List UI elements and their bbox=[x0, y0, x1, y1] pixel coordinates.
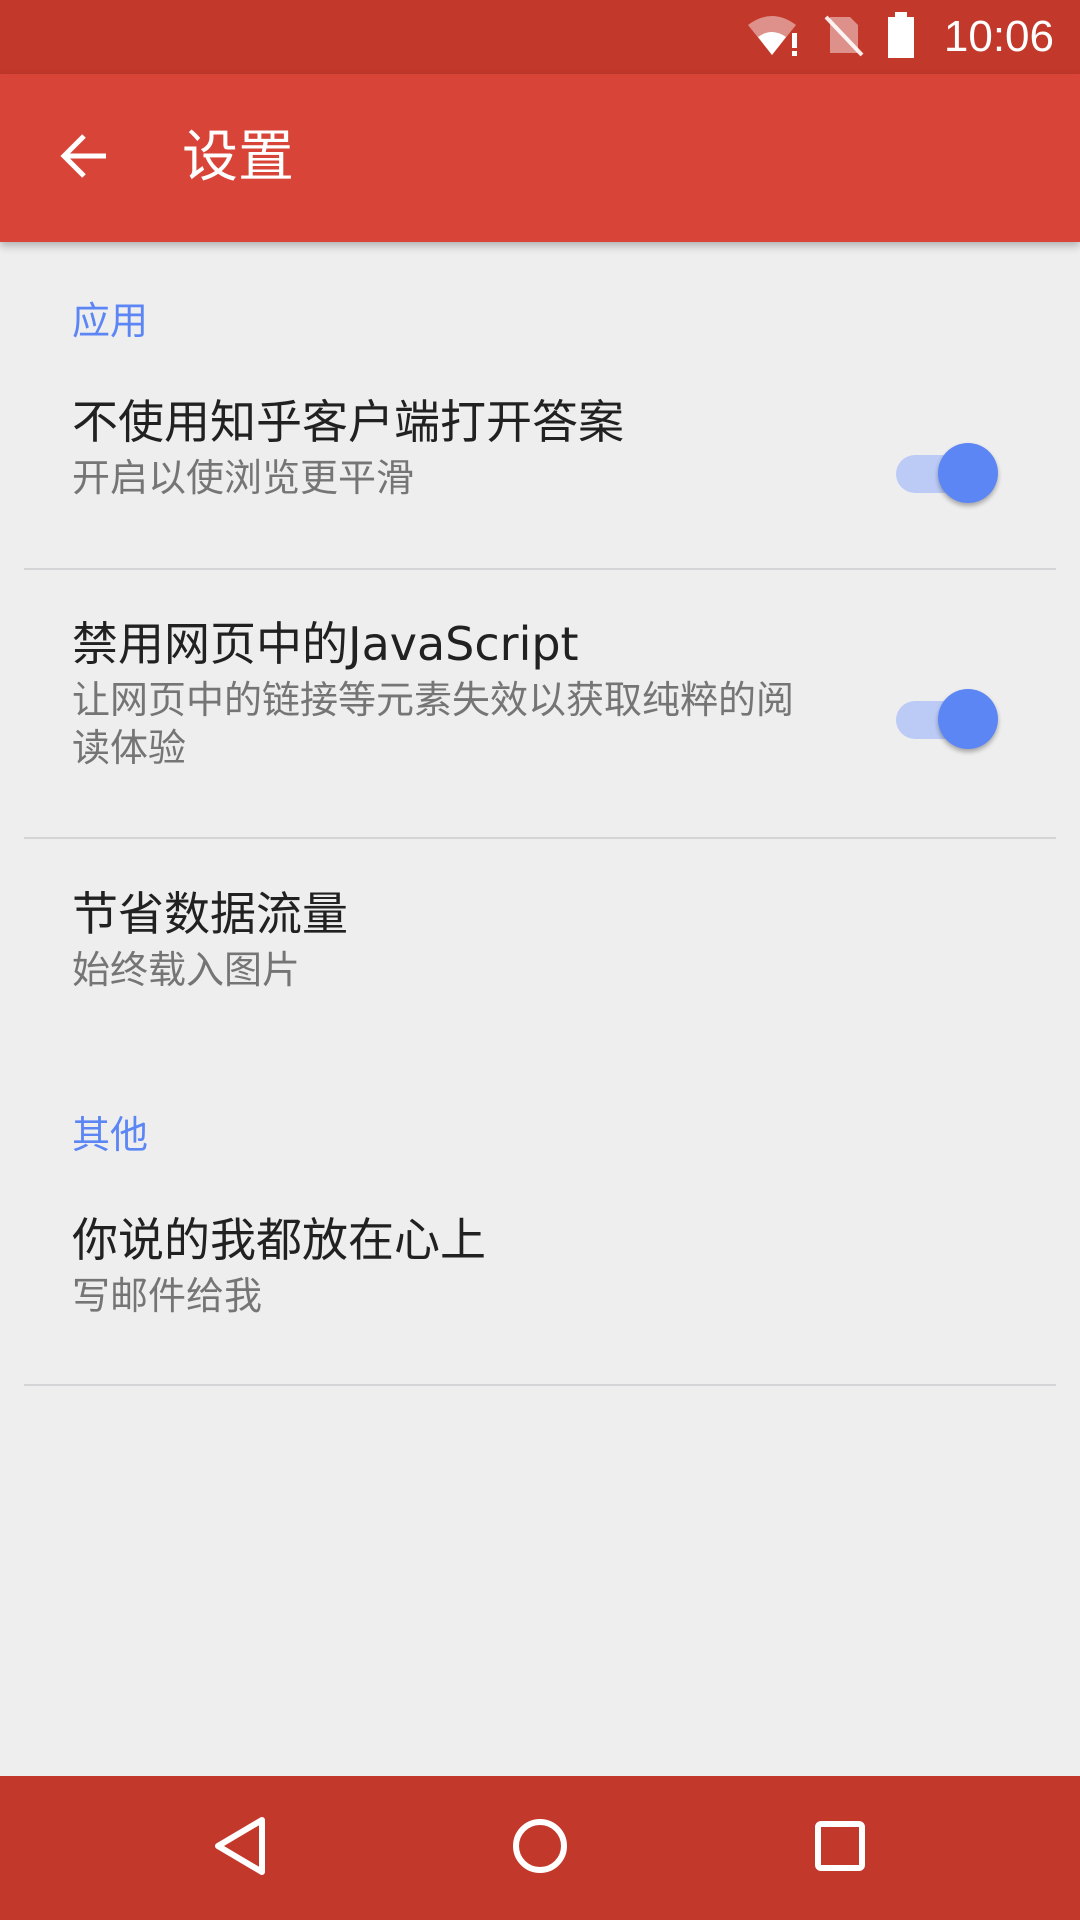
divider bbox=[24, 837, 1056, 839]
arrow-back-icon bbox=[58, 130, 110, 186]
app-bar: 设置 bbox=[0, 74, 1080, 242]
toggle-switch-disable-javascript[interactable] bbox=[896, 684, 1000, 750]
nav-back-button[interactable] bbox=[190, 1798, 290, 1898]
pref-item-open-without-app[interactable]: 不使用知乎客户端打开答案 开启以使浏览更平滑 bbox=[0, 392, 1080, 552]
toggle-thumb bbox=[938, 689, 998, 749]
status-time: 10:06 bbox=[943, 12, 1054, 61]
section-header-other: 其他 bbox=[72, 1113, 149, 1157]
pref-item-disable-javascript[interactable]: 禁用网页中的JavaScript 让网页中的链接等元素失效以获取纯粹的阅读体验 bbox=[0, 614, 1080, 814]
divider bbox=[24, 568, 1056, 570]
toggle-switch-open-without-app[interactable] bbox=[896, 438, 1000, 504]
pref-summary: 写邮件给我 bbox=[72, 1274, 263, 1318]
divider bbox=[24, 1384, 1056, 1386]
pref-title: 节省数据流量 bbox=[72, 887, 348, 941]
toggle-thumb bbox=[938, 443, 998, 503]
no-sim-icon bbox=[824, 13, 864, 61]
home-circle-icon bbox=[510, 1816, 570, 1880]
pref-summary: 让网页中的链接等元素失效以获取纯粹的阅读体验 bbox=[72, 678, 795, 770]
back-button[interactable] bbox=[40, 114, 128, 202]
section-header-app: 应用 bbox=[72, 299, 149, 343]
settings-screen: 10:06 设置 应用 不使用知乎客户端打开答案 开启以使浏览更平滑 禁用网页中… bbox=[0, 0, 1080, 1920]
pref-item-save-data[interactable]: 节省数据流量 始终载入图片 bbox=[0, 884, 1080, 1024]
pref-summary: 开启以使浏览更平滑 bbox=[72, 456, 415, 500]
battery-icon bbox=[886, 12, 916, 62]
nav-home-button[interactable] bbox=[490, 1798, 590, 1898]
page-title: 设置 bbox=[182, 125, 294, 190]
status-bar: 10:06 bbox=[0, 0, 1080, 74]
pref-summary: 始终载入图片 bbox=[72, 948, 301, 992]
pref-item-feedback[interactable]: 你说的我都放在心上 写邮件给我 bbox=[0, 1210, 1080, 1350]
back-triangle-icon bbox=[210, 1814, 270, 1882]
wifi-alert-icon bbox=[746, 13, 802, 61]
navigation-bar bbox=[0, 1776, 1080, 1920]
nav-recents-button[interactable] bbox=[790, 1798, 890, 1898]
recents-square-icon bbox=[812, 1818, 868, 1878]
status-icons: 10:06 bbox=[746, 0, 1080, 74]
pref-title: 禁用网页中的JavaScript bbox=[72, 617, 579, 671]
pref-title: 你说的我都放在心上 bbox=[72, 1213, 486, 1267]
pref-title: 不使用知乎客户端打开答案 bbox=[72, 395, 624, 449]
